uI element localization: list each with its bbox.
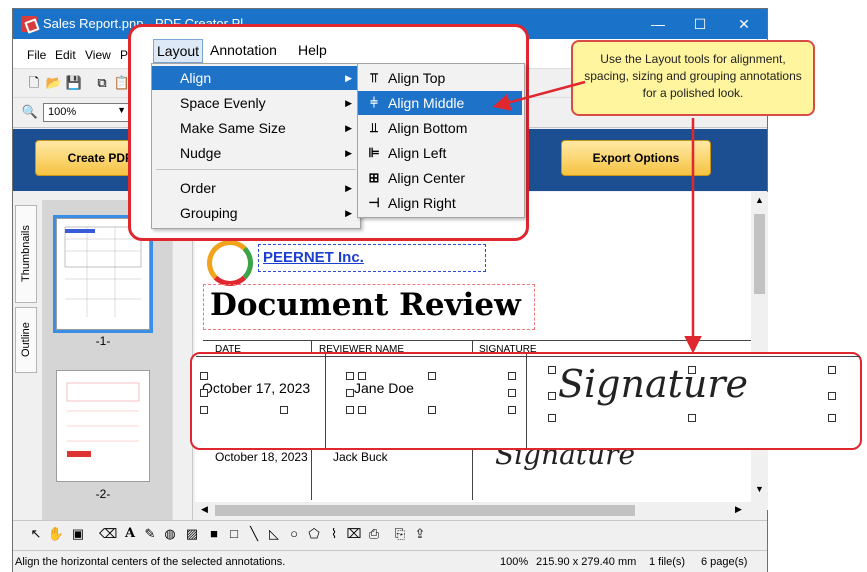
- arrow-to-submenu: [492, 80, 586, 111]
- callout-arrows: [492, 80, 702, 354]
